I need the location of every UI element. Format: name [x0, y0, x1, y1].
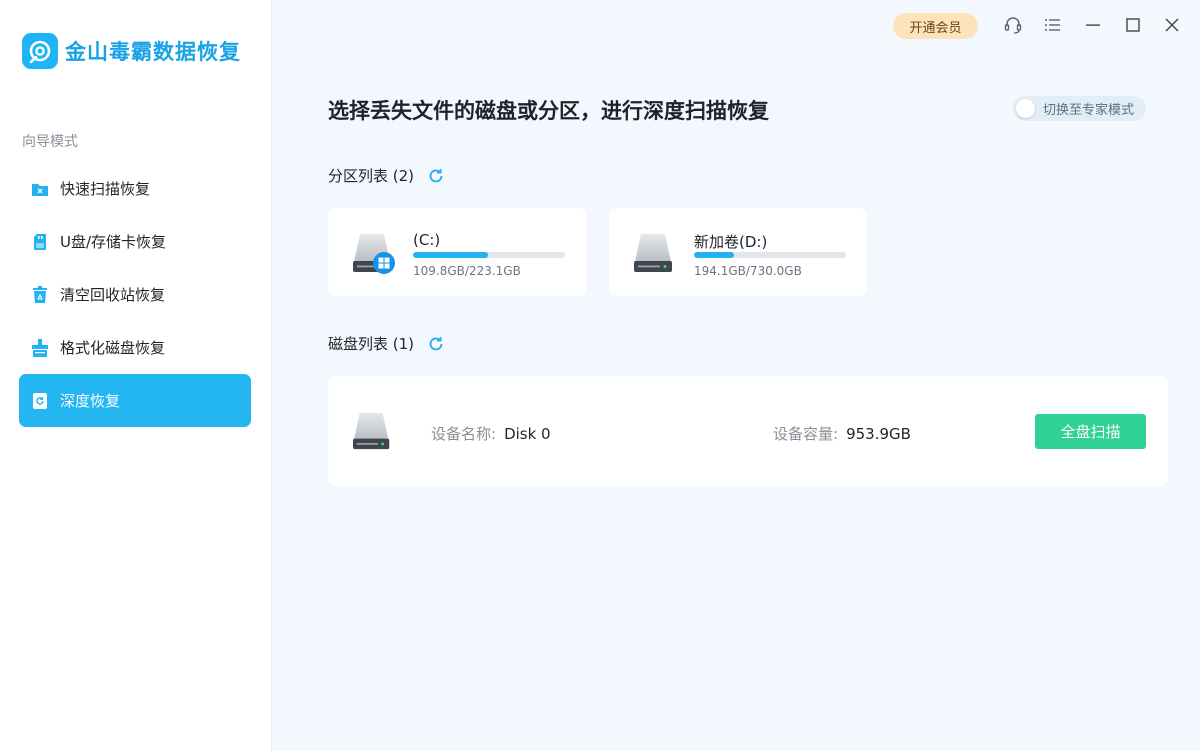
usb-card-icon	[31, 233, 49, 251]
partition-size: 109.8GB/223.1GB	[413, 264, 521, 278]
disk-name-key: 设备名称:	[431, 425, 497, 443]
app-name: 金山毒霸数据恢复	[65, 40, 241, 64]
disk-name-field: 设备名称: Disk 0	[431, 423, 551, 444]
vip-button[interactable]: 开通会员	[893, 13, 978, 39]
sidebar-item-format-disk[interactable]: 格式化磁盘恢复	[19, 321, 251, 374]
brand: 金山毒霸数据恢复	[22, 33, 241, 69]
sidebar-item-deep-recovery[interactable]: 深度恢复	[19, 374, 251, 427]
sidebar-item-label: 清空回收站恢复	[60, 286, 166, 304]
usage-bar-fill	[694, 252, 735, 258]
partition-list-header: 分区列表 (2)	[328, 165, 445, 186]
menu-icon[interactable]	[1042, 14, 1064, 36]
partition-name: (C:)	[413, 231, 441, 249]
refresh-partitions-icon[interactable]	[427, 167, 445, 185]
disk-card[interactable]: 设备名称: Disk 0 设备容量: 953.9GB 全盘扫描	[328, 376, 1168, 486]
sidebar-item-quick-scan[interactable]: 快速扫描恢复	[19, 162, 251, 215]
partition-name: 新加卷(D:)	[694, 233, 768, 251]
quick-scan-icon	[31, 180, 49, 198]
maximize-icon[interactable]	[1122, 14, 1144, 36]
minimize-icon[interactable]	[1082, 14, 1104, 36]
partition-card-c[interactable]: (C:) 109.8GB/223.1GB	[328, 208, 586, 296]
disk-capacity-field: 设备容量: 953.9GB	[773, 423, 911, 444]
partition-size: 194.1GB/730.0GB	[694, 264, 802, 278]
wizard-mode-label: 向导模式	[22, 134, 78, 150]
sidebar-item-usb-card[interactable]: U盘/存储卡恢复	[19, 215, 251, 268]
disk-list-header: 磁盘列表 (1)	[328, 333, 445, 354]
disk-capacity-key: 设备容量:	[773, 425, 839, 443]
sidebar: 金山毒霸数据恢复 向导模式 快速扫描恢复 U盘/存储卡恢复 清空回收站恢复 格式…	[0, 0, 272, 751]
recycle-bin-icon	[31, 285, 49, 304]
format-disk-icon	[31, 338, 49, 357]
close-icon[interactable]	[1161, 14, 1183, 36]
windows-logo-icon	[373, 252, 395, 278]
disk-capacity-value: 953.9GB	[846, 425, 911, 443]
app-logo-icon	[22, 33, 58, 69]
sidebar-item-label: U盘/存储卡恢复	[60, 233, 167, 251]
usage-bar	[413, 252, 565, 258]
usage-bar-fill	[413, 252, 488, 258]
hard-drive-icon	[633, 232, 679, 280]
expert-mode-toggle[interactable]: 切换至专家模式	[1013, 96, 1146, 121]
full-disk-scan-button[interactable]: 全盘扫描	[1035, 414, 1146, 449]
page-title: 选择丢失文件的磁盘或分区，进行深度扫描恢复	[328, 99, 769, 123]
disk-list-title: 磁盘列表 (1)	[328, 335, 415, 353]
sidebar-item-label: 快速扫描恢复	[60, 180, 151, 198]
disk-name-value: Disk 0	[504, 425, 551, 443]
refresh-disks-icon[interactable]	[427, 335, 445, 353]
hard-drive-icon	[352, 411, 396, 457]
usage-bar	[694, 252, 846, 258]
headset-icon[interactable]	[1002, 14, 1024, 36]
sidebar-item-label: 深度恢复	[60, 392, 121, 410]
expert-mode-label: 切换至专家模式	[1043, 103, 1135, 118]
deep-recovery-icon	[31, 392, 49, 410]
partition-list-title: 分区列表 (2)	[328, 167, 415, 185]
partition-card-d[interactable]: 新加卷(D:) 194.1GB/730.0GB	[609, 208, 867, 296]
sidebar-item-label: 格式化磁盘恢复	[60, 339, 166, 357]
toggle-knob	[1016, 99, 1035, 118]
sidebar-item-recycle-bin[interactable]: 清空回收站恢复	[19, 268, 251, 321]
sidebar-nav: 快速扫描恢复 U盘/存储卡恢复 清空回收站恢复 格式化磁盘恢复 深度恢复	[19, 162, 251, 427]
